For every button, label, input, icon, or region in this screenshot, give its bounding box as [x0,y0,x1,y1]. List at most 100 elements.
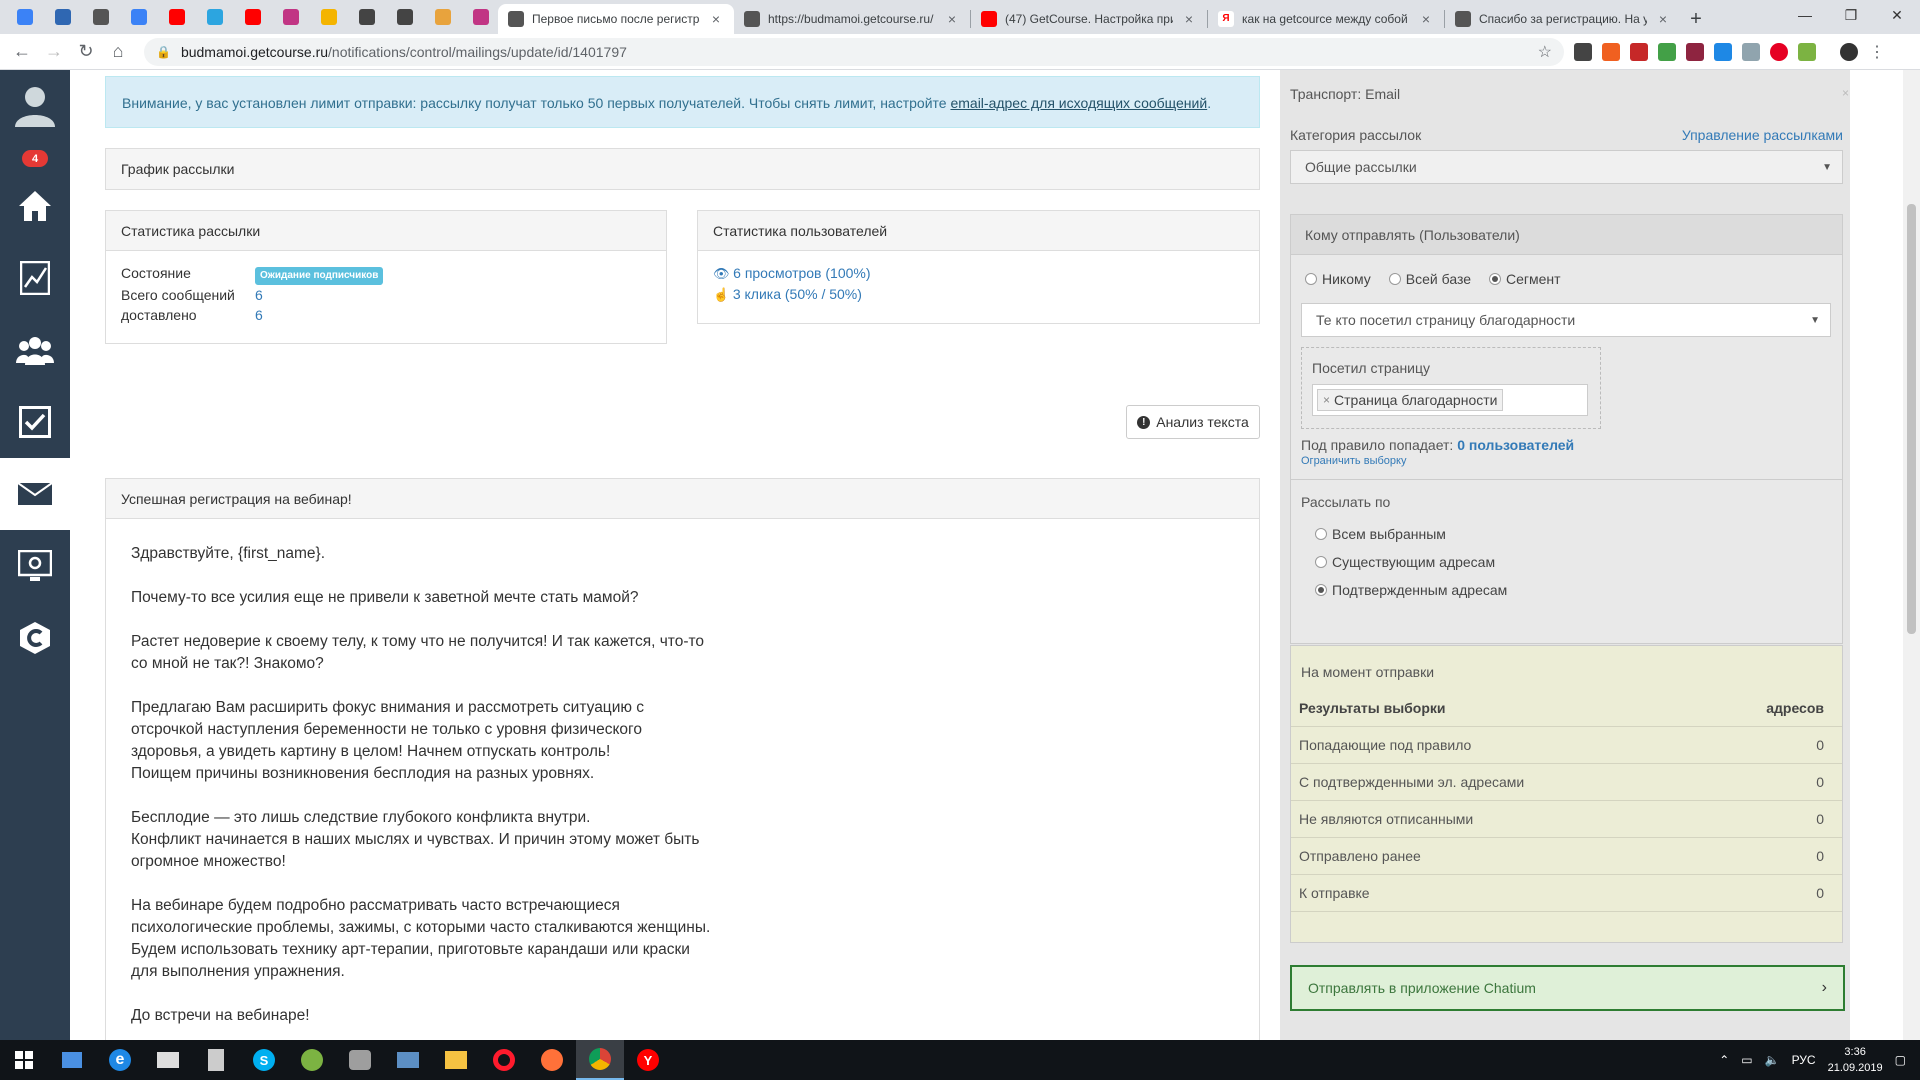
yandex-browser-icon[interactable]: Y [624,1040,672,1080]
segment-select[interactable]: Те кто посетил страницу благодарности ▼ [1301,303,1831,337]
views-link[interactable]: 6 просмотров (100%) [733,265,870,281]
maximize-icon[interactable]: ❐ [1828,0,1874,30]
pen-extension-icon[interactable] [1798,42,1816,61]
minimize-icon[interactable]: — [1782,0,1828,30]
network-icon[interactable]: ▭ [1741,1053,1752,1067]
calculator-icon[interactable] [192,1040,240,1080]
pinned-tab[interactable] [160,2,194,32]
pinned-tab[interactable] [8,2,42,32]
download-extension-icon[interactable] [1658,42,1676,61]
pinned-tab[interactable] [274,2,308,32]
radio-checked-icon[interactable] [1489,273,1501,285]
delivered-value[interactable]: 6 [255,305,263,325]
radio-option[interactable]: Сегмент [1489,271,1561,287]
radio-option[interactable]: Всем выбранным [1315,520,1832,548]
bookmark-star-icon[interactable]: ☆ [1538,42,1552,62]
tab-close-icon[interactable]: × [1181,11,1197,27]
letter-body[interactable]: Здравствуйте, {first_name}. Почему-то все… [106,519,1259,1073]
opera-icon[interactable] [480,1040,528,1080]
adblock-extension-icon[interactable] [1630,42,1648,61]
clicks-link[interactable]: 3 клика (50% / 50%) [733,286,862,302]
sidebar-item-home[interactable] [0,170,70,242]
outgoing-email-link[interactable]: email-адрес для исходящих сообщений [950,95,1207,111]
forward-icon[interactable]: → [38,36,70,68]
browser-tab[interactable]: Первое письмо после регистра × [498,4,734,34]
radio-unchecked-icon[interactable] [1305,273,1317,285]
chatium-toggle[interactable]: Отправлять в приложение Chatium › [1290,965,1845,1011]
edge-icon[interactable]: e [96,1040,144,1080]
sidebar-item-mailings[interactable] [0,458,70,530]
back-icon[interactable]: ← [6,36,38,68]
condition-input[interactable]: × Страница благодарности [1312,384,1588,416]
browser-tab[interactable]: (47) GetCourse. Настройка при × [971,4,1207,34]
w-extension-icon[interactable] [1686,42,1704,61]
pinned-tab[interactable] [236,2,270,32]
browser-tab[interactable]: Спасибо за регистрацию. На у × [1445,4,1681,34]
paint-icon[interactable] [336,1040,384,1080]
privacy-extension-icon[interactable] [1742,42,1760,61]
close-window-icon[interactable]: ✕ [1874,0,1920,30]
notification-badge[interactable]: 4 [22,150,48,167]
rule-count[interactable]: 0 пользователей [1457,437,1574,453]
total-value[interactable]: 6 [255,285,263,305]
radio-unchecked-icon[interactable] [1315,556,1327,568]
firefox-icon[interactable] [528,1040,576,1080]
browser-tab[interactable]: https://budmamoi.getcourse.ru/ × [734,4,970,34]
sidebar-item-users[interactable] [0,314,70,386]
scrollbar-thumb[interactable] [1907,204,1916,634]
tab-close-icon[interactable]: × [1418,11,1434,27]
pinned-tab[interactable] [350,2,384,32]
schedule-panel[interactable]: График рассылки [105,148,1260,190]
pinned-tab[interactable] [464,2,498,32]
manage-mailings-link[interactable]: Управление рассылками [1682,127,1843,143]
volume-icon[interactable]: 🔈 [1765,1053,1780,1067]
pinned-tab[interactable] [312,2,346,32]
pinned-tab[interactable] [388,2,422,32]
radio-option[interactable]: Существующим адресам [1315,548,1832,576]
green-app-icon[interactable] [288,1040,336,1080]
pinned-tab[interactable] [122,2,156,32]
shield-extension-icon[interactable] [1574,42,1592,61]
sidebar-item-tasks[interactable] [0,386,70,458]
sidebar-item-statistics[interactable] [0,242,70,314]
reload-icon[interactable]: ↻ [70,36,102,68]
task-view-icon[interactable] [48,1040,96,1080]
schedule-title[interactable]: График рассылки [106,149,1259,189]
profile-avatar-icon[interactable] [1840,42,1858,61]
address-bar[interactable]: 🔒 budmamoi.getcourse.ru/notifications/co… [144,37,1564,66]
clock[interactable]: 3:36 21.09.2019 [1828,1044,1883,1076]
file-explorer-icon[interactable] [432,1040,480,1080]
page-scrollbar[interactable] [1903,70,1920,1040]
pinterest-extension-icon[interactable] [1770,42,1788,61]
language-indicator[interactable]: РУС [1792,1053,1816,1067]
letter-subject[interactable]: Успешная регистрация на вебинар! [106,479,1259,519]
pinned-tab[interactable] [426,2,460,32]
sidebar-avatar[interactable] [0,70,70,140]
radio-unchecked-icon[interactable] [1388,273,1401,285]
tab-close-icon[interactable]: × [1655,11,1671,27]
stats-extension-icon[interactable] [1714,42,1732,61]
category-select[interactable]: Общие рассылки ▼ [1290,150,1843,184]
windows-start-icon[interactable] [0,1040,48,1080]
network-app-icon[interactable] [384,1040,432,1080]
new-tab-button[interactable]: + [1681,4,1711,34]
pinned-tab[interactable] [198,2,232,32]
remove-tag-icon[interactable]: × [1323,393,1330,407]
radio-option[interactable]: Всей базе [1388,271,1471,287]
chrome-icon[interactable] [576,1040,624,1080]
sidebar-item-settings[interactable] [0,530,70,602]
home-button-icon[interactable]: ⌂ [102,36,134,68]
pinned-tab[interactable] [84,2,118,32]
transport-close-icon[interactable]: × [1842,86,1849,100]
brave-extension-icon[interactable] [1602,42,1620,61]
skype-icon[interactable]: S [240,1040,288,1080]
mail-app-icon[interactable] [144,1040,192,1080]
tab-close-icon[interactable]: × [944,11,960,27]
browser-tab[interactable]: Якак на getcource между собой × [1208,4,1444,34]
chrome-menu-icon[interactable]: ⋮ [1868,42,1886,62]
pinned-tab[interactable] [46,2,80,32]
sidebar-item-getcourse[interactable] [0,602,70,674]
tab-close-icon[interactable]: × [708,11,724,27]
notifications-icon[interactable]: ▢ [1895,1053,1906,1067]
limit-selection-link[interactable]: Ограничить выборку [1301,455,1842,467]
